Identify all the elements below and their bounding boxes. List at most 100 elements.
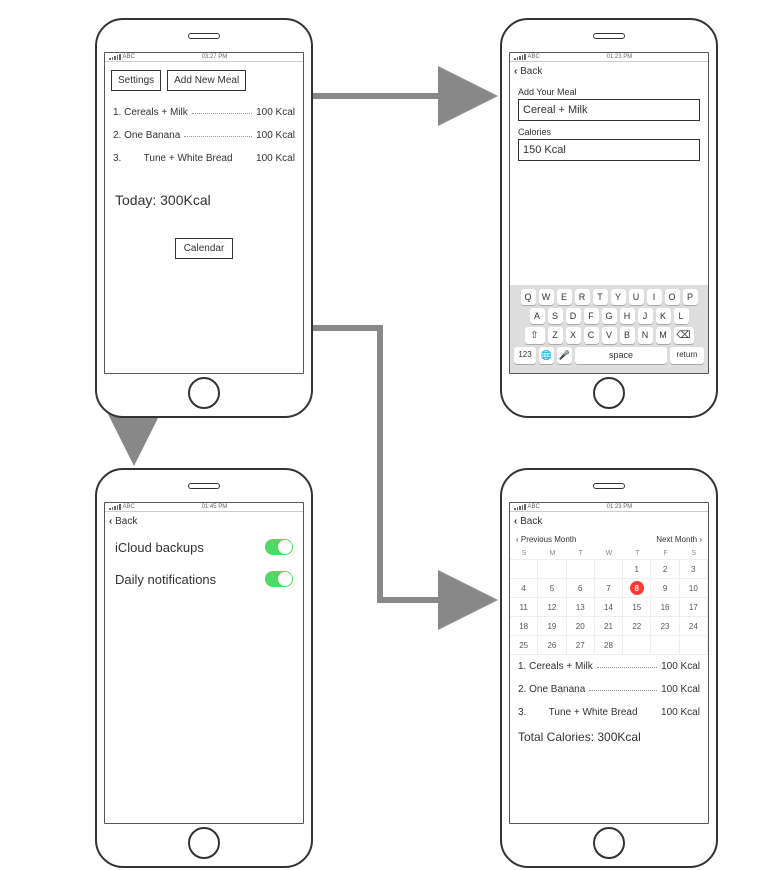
setting-row: iCloud backups xyxy=(105,531,303,563)
key-b[interactable]: B xyxy=(620,327,635,344)
calendar-day[interactable]: 6 xyxy=(567,579,595,598)
key-k[interactable]: K xyxy=(656,308,671,324)
screen-add-meal: ABC 01:23 PM Back Add Your Meal Cereal +… xyxy=(509,52,709,374)
calendar-day[interactable]: 22 xyxy=(623,617,651,636)
calendar-day xyxy=(623,636,651,655)
meal-name: One Banana xyxy=(124,130,180,141)
key-c[interactable]: C xyxy=(584,327,599,344)
calendar-day[interactable]: 7 xyxy=(595,579,623,598)
calendar-day[interactable]: 27 xyxy=(567,636,595,655)
meal-row: 1. Cereals + Milk 100 Kcal xyxy=(105,101,303,124)
meal-row: 3. Tune + White Bread 100 Kcal xyxy=(105,147,303,170)
key-n[interactable]: N xyxy=(638,327,653,344)
phone-speaker xyxy=(188,33,220,39)
home-button-icon[interactable] xyxy=(593,377,625,409)
calendar-day[interactable]: 19 xyxy=(538,617,566,636)
prev-month-button[interactable]: ‹ Previous Month xyxy=(516,535,576,544)
calendar-day[interactable]: 11 xyxy=(510,598,538,617)
calendar-day[interactable]: 26 xyxy=(538,636,566,655)
key-r[interactable]: R xyxy=(575,289,590,305)
key-p[interactable]: P xyxy=(683,289,698,305)
back-button[interactable]: Back xyxy=(510,512,708,531)
mic-key-icon[interactable]: 🎤 xyxy=(557,347,572,364)
carrier-label: ABC xyxy=(514,54,540,60)
statusbar: ABC 01:45 PM xyxy=(105,503,303,512)
calendar-day[interactable]: 8 xyxy=(623,579,651,598)
key-o[interactable]: O xyxy=(665,289,680,305)
calendar-day[interactable]: 14 xyxy=(595,598,623,617)
back-button[interactable]: Back xyxy=(510,62,708,81)
meal-index: 3. xyxy=(113,153,121,164)
key-z[interactable]: Z xyxy=(548,327,563,344)
calories-input[interactable]: 150 Kcal xyxy=(518,139,700,161)
home-button-icon[interactable] xyxy=(188,827,220,859)
key-d[interactable]: D xyxy=(566,308,581,324)
meal-name: Cereals + Milk xyxy=(124,107,188,118)
meal-row: 2. One Banana 100 Kcal xyxy=(105,124,303,147)
calendar-day[interactable]: 23 xyxy=(651,617,679,636)
back-button[interactable]: Back xyxy=(105,512,303,531)
space-key[interactable]: space xyxy=(575,347,667,364)
meal-kcal: 100 Kcal xyxy=(256,153,295,164)
calendar-day[interactable]: 24 xyxy=(680,617,708,636)
setting-label: Daily notifications xyxy=(115,572,216,587)
key-x[interactable]: X xyxy=(566,327,581,344)
meal-row: 1. Cereals + Milk 100 Kcal xyxy=(510,655,708,678)
calories-input-label: Calories xyxy=(518,127,700,137)
calendar-day[interactable]: 4 xyxy=(510,579,538,598)
add-new-meal-button[interactable]: Add New Meal xyxy=(167,70,246,91)
settings-button[interactable]: Settings xyxy=(111,70,161,91)
calendar-day[interactable]: 20 xyxy=(567,617,595,636)
key-w[interactable]: W xyxy=(539,289,554,305)
dots-icon xyxy=(589,689,657,691)
calendar-day[interactable]: 3 xyxy=(680,560,708,579)
calendar-day[interactable]: 18 xyxy=(510,617,538,636)
key-l[interactable]: L xyxy=(674,308,689,324)
calendar-day[interactable]: 12 xyxy=(538,598,566,617)
calendar-day[interactable]: 28 xyxy=(595,636,623,655)
calendar-button[interactable]: Calendar xyxy=(175,238,234,259)
calendar-nav: ‹ Previous Month Next Month › xyxy=(510,531,708,548)
calendar-day[interactable]: 10 xyxy=(680,579,708,598)
next-month-button[interactable]: Next Month › xyxy=(656,535,702,544)
key-g[interactable]: G xyxy=(602,308,617,324)
numbers-key[interactable]: 123 xyxy=(514,347,536,364)
key-e[interactable]: E xyxy=(557,289,572,305)
key-a[interactable]: A xyxy=(530,308,545,324)
key-u[interactable]: U xyxy=(629,289,644,305)
return-key[interactable]: return xyxy=(670,347,704,364)
calendar-day xyxy=(510,560,538,579)
phone-home: ABC 03:27 PM Settings Add New Meal 1. Ce… xyxy=(95,18,313,418)
calendar-day[interactable]: 21 xyxy=(595,617,623,636)
calendar-day[interactable]: 16 xyxy=(651,598,679,617)
weekday-label: M xyxy=(538,548,566,559)
key-j[interactable]: J xyxy=(638,308,653,324)
key-y[interactable]: Y xyxy=(611,289,626,305)
toggle-switch[interactable] xyxy=(265,539,293,555)
key-f[interactable]: F xyxy=(584,308,599,324)
calendar-day[interactable]: 1 xyxy=(623,560,651,579)
meal-input[interactable]: Cereal + Milk xyxy=(518,99,700,121)
calendar-day[interactable]: 25 xyxy=(510,636,538,655)
calendar-day[interactable]: 17 xyxy=(680,598,708,617)
calendar-day[interactable]: 2 xyxy=(651,560,679,579)
key-i[interactable]: I xyxy=(647,289,662,305)
globe-key-icon[interactable]: 🌐 xyxy=(539,347,554,364)
calendar-day[interactable]: 9 xyxy=(651,579,679,598)
key-q[interactable]: Q xyxy=(521,289,536,305)
backspace-key-icon[interactable]: ⌫ xyxy=(674,327,694,344)
key-v[interactable]: V xyxy=(602,327,617,344)
calendar-day[interactable]: 13 xyxy=(567,598,595,617)
key-s[interactable]: S xyxy=(548,308,563,324)
key-h[interactable]: H xyxy=(620,308,635,324)
key-t[interactable]: T xyxy=(593,289,608,305)
home-button-icon[interactable] xyxy=(188,377,220,409)
shift-key-icon[interactable]: ⇧ xyxy=(525,327,545,344)
calendar-day[interactable]: 5 xyxy=(538,579,566,598)
toggle-switch[interactable] xyxy=(265,571,293,587)
dots-icon xyxy=(184,135,252,137)
key-m[interactable]: M xyxy=(656,327,671,344)
calendar-day[interactable]: 15 xyxy=(623,598,651,617)
clock-label: 01:23 PM xyxy=(607,504,633,510)
home-button-icon[interactable] xyxy=(593,827,625,859)
